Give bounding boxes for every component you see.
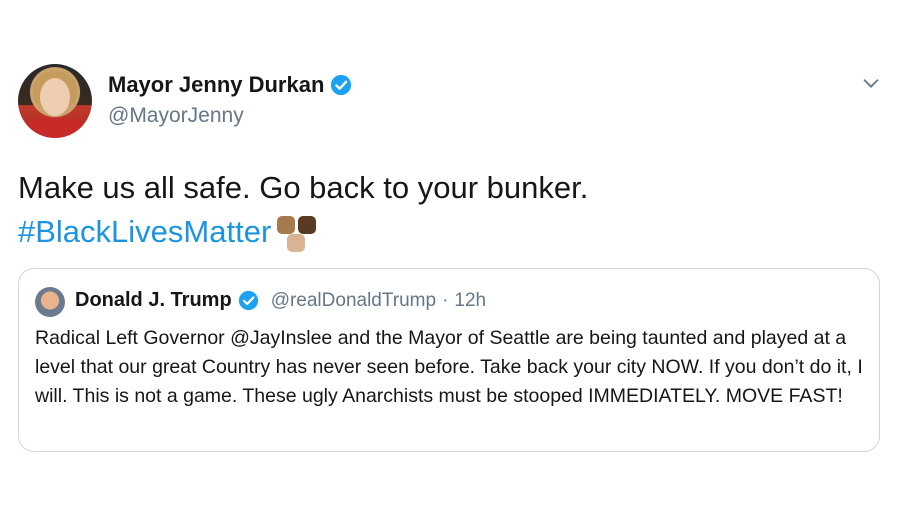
author-row: Mayor Jenny Durkan	[108, 72, 352, 98]
verified-badge-icon	[331, 74, 352, 96]
chevron-down-icon[interactable]	[860, 72, 882, 94]
quoted-timestamp[interactable]: 12h	[454, 290, 486, 312]
quoted-author-name[interactable]: Donald J. Trump	[75, 289, 232, 312]
quoted-avatar[interactable]	[35, 287, 65, 317]
avatar[interactable]	[18, 64, 92, 138]
quoted-header: Donald J. Trump @realDonaldTrump · 12h	[75, 289, 486, 312]
separator-dot: ·	[442, 289, 449, 311]
tweet-text-line: Make us all safe. Go back to your bunker…	[18, 170, 589, 205]
quoted-author-handle[interactable]: @realDonaldTrump	[271, 290, 436, 312]
tweet-text: Make us all safe. Go back to your bunker…	[18, 166, 588, 254]
quoted-tweet[interactable]: Donald J. Trump @realDonaldTrump · 12h R…	[18, 268, 880, 452]
author-name[interactable]: Mayor Jenny Durkan	[108, 72, 324, 98]
tweet: Mayor Jenny Durkan @MayorJenny Make us a…	[0, 0, 900, 520]
hashtag-link[interactable]: #BlackLivesMatter	[18, 214, 271, 249]
author-handle[interactable]: @MayorJenny	[108, 104, 244, 128]
quoted-tweet-text: Radical Left Governor @JayInslee and the…	[35, 327, 863, 407]
fist-emoji-icon	[273, 214, 321, 254]
verified-badge-icon	[238, 290, 258, 311]
